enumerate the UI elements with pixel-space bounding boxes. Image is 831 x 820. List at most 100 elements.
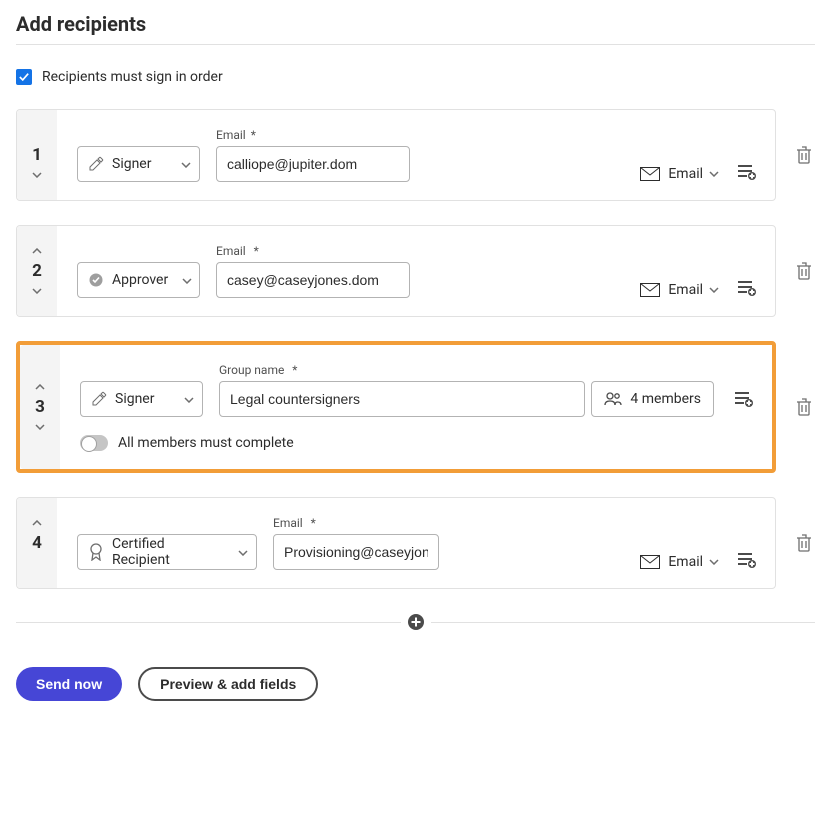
role-select[interactable]: Signer [77,146,200,182]
recipient-options-button[interactable] [737,278,757,298]
delivery-method-label: Email [668,554,703,570]
envelope-icon [640,555,660,569]
email-label: Email * [273,516,439,530]
role-select[interactable]: Approver [77,262,200,298]
move-down-button[interactable] [25,165,49,185]
add-recipient-button[interactable] [407,613,425,631]
check-circle-icon [88,272,104,288]
title-divider [16,44,815,45]
recipient-options-button[interactable] [734,389,754,409]
role-label: Signer [115,391,154,407]
chevron-down-icon [32,288,42,294]
move-up-button[interactable] [25,241,49,261]
delivery-method-select[interactable]: Email [640,282,719,298]
check-icon [19,72,29,82]
list-add-icon [735,391,753,407]
chevron-up-icon [32,248,42,254]
chevron-down-icon [709,171,719,177]
card-body: Certified Recipient Email * Email [57,498,775,588]
add-recipient-divider [16,613,815,631]
recipient-options-button[interactable] [737,162,757,182]
plus-circle-icon [407,613,425,631]
recipient-card: 1 Signer Email * Email [16,109,776,201]
email-field-group: Email * [273,516,439,570]
trash-icon [796,534,812,552]
recipient-row: 2 Approver Email * Email [16,225,815,317]
delete-recipient-button[interactable] [794,261,814,281]
chevron-down-icon [709,559,719,565]
recipient-card: 2 Approver Email * Email [16,225,776,317]
chevron-down-icon [35,424,45,430]
sign-order-checkbox[interactable] [16,69,32,85]
preview-add-fields-button[interactable]: Preview & add fields [138,667,318,701]
email-input[interactable] [273,534,439,570]
recipient-card: 4 Certified Recipient Email * Email [16,497,776,589]
chevron-down-icon [182,272,192,288]
move-up-button[interactable] [28,377,52,397]
chevron-up-icon [32,520,42,526]
delivery-method-select[interactable]: Email [640,554,719,570]
email-input[interactable] [216,262,410,298]
delete-recipient-button[interactable] [794,397,814,417]
trash-icon [796,398,812,416]
email-field-group: Email * [216,128,410,182]
sign-order-label: Recipients must sign in order [42,69,223,85]
role-select[interactable]: Certified Recipient [77,534,257,570]
recipient-row: 3 Signer Group name * [16,341,815,473]
move-down-button[interactable] [25,281,49,301]
order-handle: 1 [17,110,57,200]
order-number: 4 [32,533,42,553]
email-label: Email * [216,244,410,258]
delete-recipient-button[interactable] [794,533,814,553]
users-icon [604,392,622,406]
delivery-method-select[interactable]: Email [640,166,719,182]
page-title: Add recipients [16,12,815,36]
role-label: Certified Recipient [112,536,224,568]
group-name-input[interactable] [219,381,585,417]
trash-icon [796,146,812,164]
group-name-label: Group name * [219,363,714,377]
chevron-down-icon [238,544,248,560]
recipient-options-button[interactable] [737,550,757,570]
list-add-icon [738,280,756,296]
role-label: Signer [112,156,151,172]
move-up-button[interactable] [25,513,49,533]
card-body: Approver Email * Email [57,226,775,316]
card-body: Signer Email * Email [57,110,775,200]
delivery-method-label: Email [668,166,703,182]
list-add-icon [738,164,756,180]
list-add-icon [738,552,756,568]
action-buttons: Send now Preview & add fields [16,667,815,701]
order-handle: 2 [17,226,57,316]
group-members-button[interactable]: 4 members [591,381,714,417]
role-label: Approver [112,272,168,288]
send-now-button[interactable]: Send now [16,667,122,701]
card-body: Signer Group name * 4 [60,345,772,469]
all-members-toggle-label: All members must complete [118,435,294,451]
sign-order-row: Recipients must sign in order [16,69,815,85]
order-number: 3 [35,397,45,417]
chevron-down-icon [184,391,194,407]
envelope-icon [640,167,660,181]
pen-icon [88,156,104,172]
role-select[interactable]: Signer [80,381,203,417]
envelope-icon [640,283,660,297]
order-handle: 3 [20,345,60,469]
chevron-up-icon [35,384,45,390]
trash-icon [796,262,812,280]
email-input[interactable] [216,146,410,182]
all-members-toggle-row: All members must complete [80,435,754,451]
order-handle: 4 [17,498,57,588]
all-members-toggle[interactable] [80,435,108,451]
recipient-row: 1 Signer Email * Email [16,109,815,201]
email-field-group: Email * [216,244,410,298]
delete-recipient-button[interactable] [794,145,814,165]
move-down-button[interactable] [28,417,52,437]
delivery-method-label: Email [668,282,703,298]
chevron-down-icon [181,156,191,172]
group-members-label: 4 members [630,391,701,407]
order-number: 1 [32,145,42,165]
recipient-card-highlighted: 3 Signer Group name * [16,341,776,473]
recipient-row: 4 Certified Recipient Email * Email [16,497,815,589]
ribbon-icon [88,543,104,561]
